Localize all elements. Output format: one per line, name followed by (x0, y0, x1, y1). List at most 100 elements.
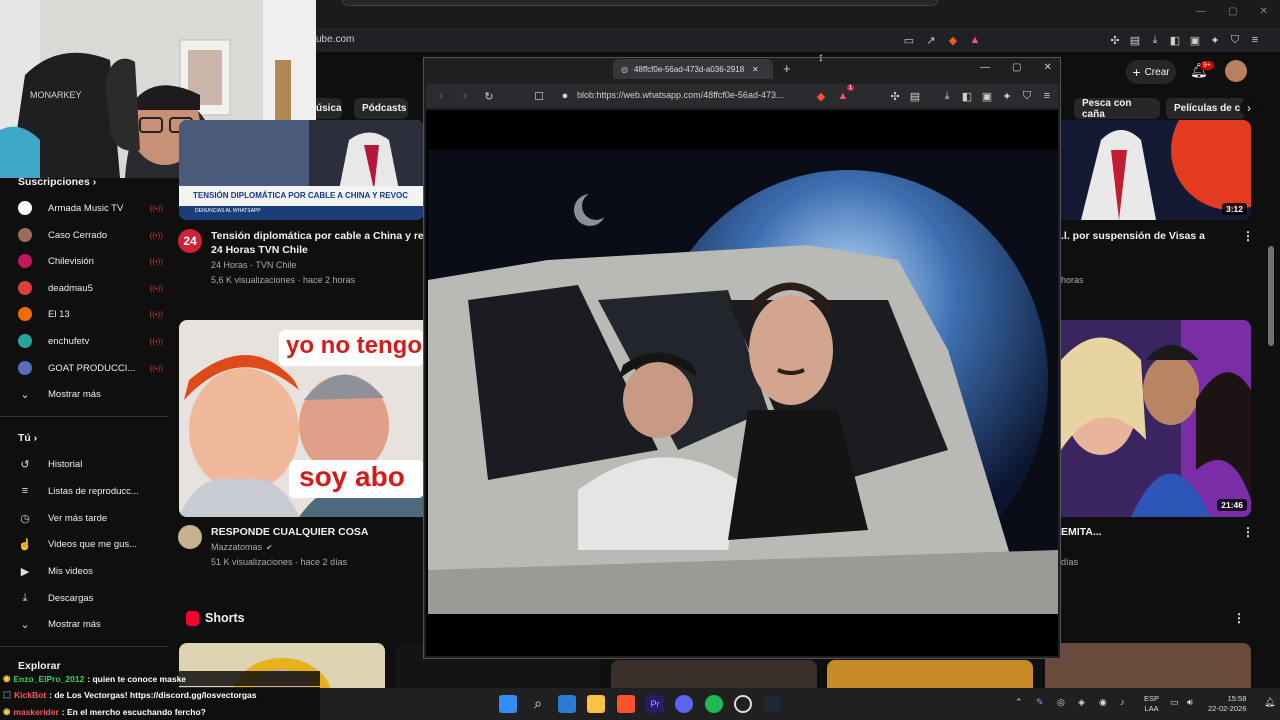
vpn-icon[interactable]: ⛉ (1226, 31, 1244, 49)
file-explorer-icon[interactable] (587, 695, 605, 713)
sidebar-item-downloads[interactable]: ⤓ Descargas (18, 589, 163, 607)
sidebar-item-my-videos[interactable]: ▶ Mis videos (18, 562, 163, 580)
menu-icon[interactable]: ≡ (1246, 31, 1264, 49)
vpn-icon[interactable]: ⛉ (1018, 87, 1036, 105)
clock[interactable]: 15:58 22-02-2026 (1208, 694, 1246, 714)
close-icon[interactable]: ✕ (1259, 6, 1267, 17)
chip-podcasts[interactable]: Pódcasts (354, 98, 408, 119)
download-icon[interactable]: ⤓ (1146, 31, 1164, 49)
reader-icon[interactable]: ▤ (1126, 31, 1144, 49)
tray-mic-icon[interactable]: ♪ (1120, 697, 1125, 707)
obs-icon[interactable] (734, 695, 752, 713)
short-thumbnail[interactable] (611, 660, 817, 688)
discord-icon[interactable] (675, 695, 693, 713)
reload-icon[interactable]: ↻ (480, 87, 498, 105)
tray-gamepad-icon[interactable]: ◎ (1057, 697, 1065, 708)
brave-shield-icon[interactable]: ◆ (944, 31, 962, 49)
spotify-icon[interactable] (705, 695, 723, 713)
brave-rewards-icon[interactable]: ▲ (966, 31, 984, 49)
channel-name[interactable]: 24 Horas - TVN Chile (211, 258, 296, 273)
close-tab-icon[interactable]: ✕ (752, 65, 759, 74)
volume-icon[interactable]: 🔊︎ (1187, 697, 1193, 708)
sidebar-item-history[interactable]: ↺ Historial (18, 455, 163, 473)
sidebar-item-subscription[interactable]: Caso Cerrado ((•)) (18, 226, 163, 244)
chip-movies[interactable]: Películas de co (1166, 98, 1246, 119)
show-more-button[interactable]: ⌄ Mostrar más (18, 385, 163, 403)
video-title-line2[interactable]: 24 Horas TVN Chile (211, 243, 308, 257)
sidebar-icon[interactable]: ◧ (958, 87, 976, 105)
chip-music[interactable]: úsica (316, 98, 342, 119)
video-thumbnail[interactable]: yo no tengo soy abo (179, 320, 424, 517)
show-more-button[interactable]: ⌄ Mostrar más (18, 615, 163, 633)
download-icon[interactable]: ⤓ (938, 87, 956, 105)
close-icon[interactable]: ✕ (1043, 62, 1051, 73)
avatar[interactable] (1225, 60, 1247, 82)
more-options-icon[interactable]: ⋮ (1242, 525, 1254, 539)
brave-browser-icon[interactable] (617, 695, 635, 713)
sidebar-item-subscription[interactable]: enchufetv ((•)) (18, 332, 163, 350)
channel-avatar[interactable]: 24 (178, 229, 202, 253)
more-options-icon[interactable]: ⋮ (1233, 611, 1245, 625)
steam-icon[interactable] (763, 695, 781, 713)
popup-tab[interactable]: ◎ 48ffcf0e-56ad-473d-a036-2918 ✕ (613, 59, 773, 79)
minimize-icon[interactable]: — (980, 62, 990, 73)
video-player[interactable] (428, 150, 1058, 614)
chevron-right-icon[interactable]: › (1240, 99, 1258, 117)
back-icon[interactable]: ‹ (432, 87, 450, 105)
tray-app2-icon[interactable]: ◉ (1099, 697, 1107, 708)
cast-icon[interactable]: ▭ (900, 31, 918, 49)
sidebar-item-playlists[interactable]: ≡ Listas de reproducc... (18, 482, 163, 500)
popup-url-text[interactable]: blob:https://web.whatsapp.com/48ffcf0e-5… (577, 90, 783, 100)
language-indicator[interactable]: ESP LAA (1144, 694, 1159, 714)
video-title[interactable]: Tensión diplomática por cable a China y … (211, 229, 425, 243)
video-thumbnail[interactable]: TENSIÓN DIPLOMÁTICA POR CABLE A CHINA Y … (179, 120, 424, 220)
video-thumbnail[interactable]: 21:46 (1061, 320, 1251, 517)
brave-rewards-icon[interactable]: ▲ 1 (834, 85, 854, 105)
maximize-icon[interactable]: ▢ (1228, 6, 1237, 17)
scrollbar-thumb[interactable] (1268, 246, 1274, 346)
sidebar-item-subscription[interactable]: Armada Music TV ((•)) (18, 199, 163, 217)
new-tab-icon[interactable]: + (783, 61, 791, 76)
notification-center-icon[interactable]: 🔔︎ (1264, 697, 1275, 708)
create-button[interactable]: + Crear (1126, 60, 1176, 84)
channel-avatar[interactable] (178, 525, 202, 549)
wallet-icon[interactable]: ▣ (1186, 31, 1204, 49)
you-header[interactable]: Tú › (18, 432, 37, 444)
search-icon[interactable]: ⌕ (529, 695, 547, 713)
channel-name[interactable]: Mazzatomas ✔ (211, 540, 273, 555)
leo-icon[interactable]: ✦ (1206, 31, 1224, 49)
forward-icon[interactable]: › (456, 87, 474, 105)
sidebar-item-subscription[interactable]: El 13 ((•)) (18, 305, 163, 323)
extensions-icon[interactable]: ✣ (886, 87, 904, 105)
bookmark-icon[interactable]: ☐ (530, 87, 548, 105)
short-thumbnail[interactable] (1045, 643, 1251, 688)
sidebar-item-subscription[interactable]: Chilevisión ((•)) (18, 252, 163, 270)
outer-active-tab[interactable] (342, 0, 938, 6)
wallet-icon[interactable]: ▣ (978, 87, 996, 105)
share-icon[interactable]: ↗ (922, 31, 940, 49)
video-title[interactable]: .l. por suspensión de Visas a (1061, 229, 1205, 243)
more-options-icon[interactable]: ⋮ (1242, 229, 1254, 243)
minimize-icon[interactable]: — (1196, 6, 1206, 17)
menu-icon[interactable]: ≡ (1038, 87, 1056, 105)
brave-shield-icon[interactable]: ◆ (812, 87, 830, 105)
sidebar-item-subscription[interactable]: deadmau5 ((•)) (18, 279, 163, 297)
sidebar-icon[interactable]: ◧ (1166, 31, 1184, 49)
windows-start-icon[interactable] (499, 695, 517, 713)
network-icon[interactable]: ▭ (1170, 697, 1179, 708)
video-thumbnail[interactable]: 3:12 (1061, 120, 1251, 220)
premiere-icon[interactable]: Pr (646, 695, 664, 713)
tray-app-icon[interactable]: ✎ (1036, 697, 1044, 708)
extensions-icon[interactable]: ✣ (1106, 31, 1124, 49)
gallery-app-icon[interactable] (558, 695, 576, 713)
short-thumbnail[interactable] (827, 660, 1033, 688)
sidebar-item-subscription[interactable]: GOAT PRODUCCI... ((•)) (18, 359, 163, 377)
video-title[interactable]: EMITA... (1061, 525, 1102, 539)
site-info-icon[interactable]: ● (556, 87, 574, 105)
subscriptions-header[interactable]: Suscripciones › (18, 176, 96, 188)
tray-steam-icon[interactable]: ◈ (1078, 697, 1085, 708)
leo-icon[interactable]: ✦ (998, 87, 1016, 105)
sidebar-item-liked[interactable]: ☝ Videos que me gus... (18, 535, 163, 553)
sidebar-item-watch-later[interactable]: ◷ Ver más tarde (18, 509, 163, 527)
video-title[interactable]: RESPONDE CUALQUIER COSA (211, 525, 369, 539)
